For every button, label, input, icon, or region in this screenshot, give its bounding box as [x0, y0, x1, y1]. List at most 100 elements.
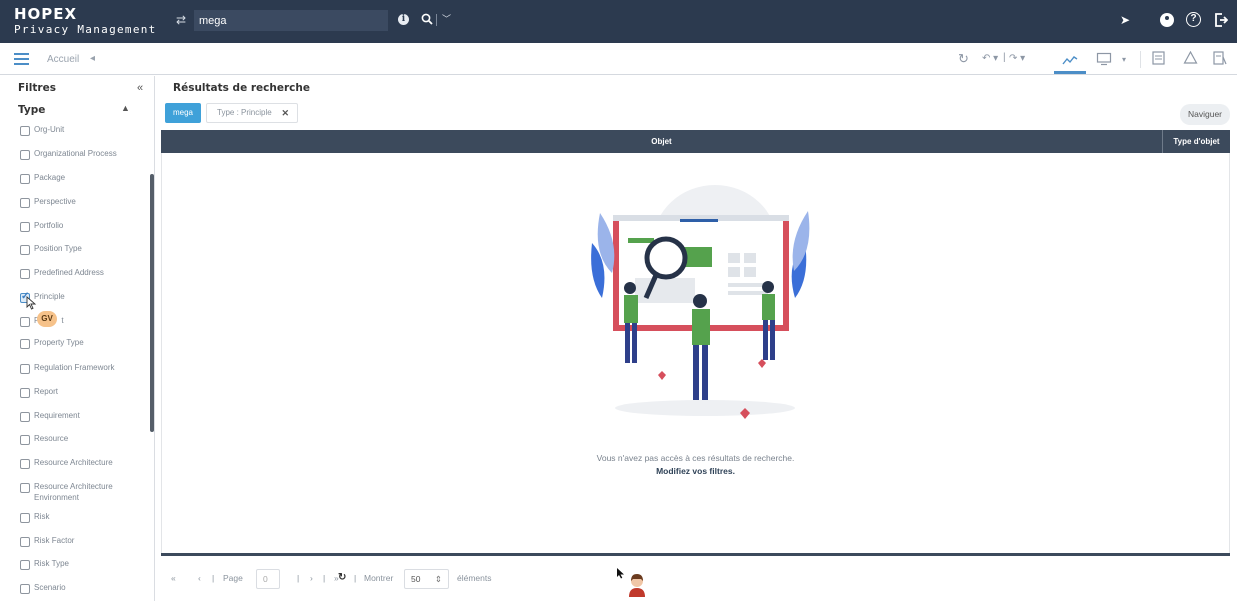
filter-checkbox[interactable]	[20, 459, 30, 469]
column-header-objet[interactable]: Objet	[161, 130, 1163, 153]
filter-option[interactable]: Predefined Address	[20, 268, 126, 279]
menu-icon[interactable]	[14, 53, 29, 65]
filter-option[interactable]: Org-Unit	[20, 125, 126, 136]
filter-option-label: Package	[34, 173, 66, 182]
document-icon[interactable]	[1152, 51, 1165, 65]
filter-checkbox[interactable]	[20, 435, 30, 445]
filter-option-label: Scenario	[34, 583, 66, 592]
prev-page-icon[interactable]: ‹	[198, 573, 201, 583]
report-icon[interactable]	[1213, 51, 1227, 65]
filter-option[interactable]: Risk	[20, 512, 126, 523]
filter-checkbox[interactable]	[20, 126, 30, 136]
filter-option[interactable]: Report	[20, 387, 126, 398]
page-number-input[interactable]	[256, 569, 280, 589]
filter-option[interactable]: Position Type	[20, 244, 126, 255]
next-page-icon[interactable]: ›	[310, 573, 313, 583]
refresh-page-icon[interactable]: ↻	[338, 572, 346, 583]
redo-icon[interactable]: ↷ ▾	[1009, 53, 1025, 64]
filter-checkbox[interactable]	[20, 412, 30, 422]
filter-checkbox[interactable]	[20, 513, 30, 523]
filter-option[interactable]: Scenario	[20, 583, 126, 594]
app-logo[interactable]: HOPEX Privacy Management	[14, 5, 157, 36]
secondary-toolbar: Accueil ◂ ↻ ↶ ▾ | ↷ ▾ ▾	[0, 43, 1237, 75]
filter-checkbox[interactable]	[20, 222, 30, 232]
filter-option[interactable]: Perspective	[20, 197, 126, 208]
tab-accueil[interactable]: Accueil	[47, 54, 79, 65]
column-header-type[interactable]: Type d'objet	[1163, 130, 1230, 153]
type-filter-chip[interactable]: Type : Principle ✕	[206, 103, 298, 123]
mouse-cursor-icon	[617, 568, 624, 579]
pagination-bar: « ‹ | Page | › | » ↻ | Montrer 50 ⇕ élém…	[161, 568, 761, 592]
logout-icon[interactable]	[1214, 13, 1228, 27]
filter-option[interactable]: Organizational Process	[20, 149, 126, 160]
monitor-dropdown-icon[interactable]: ▾	[1122, 55, 1126, 64]
elements-label: éléments	[457, 573, 492, 583]
results-title: Résultats de recherche	[173, 82, 310, 94]
filter-option[interactable]: Regulation Framework	[20, 363, 126, 374]
first-page-icon[interactable]: «	[171, 573, 176, 583]
pager-separator: |	[323, 573, 326, 583]
activity-chart-icon[interactable]	[1062, 54, 1078, 66]
filter-checkbox[interactable]	[20, 388, 30, 398]
monitor-icon[interactable]	[1096, 52, 1112, 66]
undo-redo-separator: |	[1003, 52, 1006, 63]
filter-checkbox[interactable]	[20, 339, 30, 349]
undo-icon[interactable]: ↶ ▾	[982, 53, 998, 64]
filter-option[interactable]: Resource	[20, 434, 126, 445]
search-term-chip[interactable]: mega	[165, 103, 201, 123]
filter-option[interactable]: Package	[20, 173, 126, 184]
filter-option[interactable]: Requirement	[20, 411, 126, 422]
search-input[interactable]	[194, 10, 388, 31]
filter-option[interactable]: Portfolio	[20, 221, 126, 232]
page-label: Page	[223, 573, 243, 583]
modify-filters-link[interactable]: Modifiez vos filtres.	[161, 466, 1230, 476]
filter-checkbox[interactable]	[20, 269, 30, 279]
filter-checkbox[interactable]	[20, 150, 30, 160]
chevron-down-icon[interactable]: ﹀	[442, 12, 451, 25]
top-bar: HOPEX Privacy Management ⇄ i ﹀ ➤ ?	[0, 0, 1237, 43]
naviguer-button[interactable]: Naviguer	[1180, 104, 1230, 125]
filter-option[interactable]: Resource Architecture	[20, 458, 126, 469]
collapse-sidebar-icon[interactable]: «	[137, 82, 143, 94]
filter-checkbox[interactable]	[20, 537, 30, 547]
empty-state-illustration	[591, 185, 810, 419]
filter-checkbox[interactable]	[20, 483, 30, 493]
filter-option[interactable]: Risk Type	[20, 559, 126, 570]
pager-separator: |	[354, 573, 357, 583]
active-tab-indicator	[1054, 71, 1086, 74]
spinner-icon[interactable]: ⇕	[435, 570, 442, 588]
logo-brand: HOPEX	[14, 5, 78, 23]
chevron-up-icon[interactable]: ▲	[121, 103, 130, 113]
filter-option-label: Report	[34, 387, 59, 396]
pager-separator: |	[297, 573, 300, 583]
swap-icon[interactable]: ⇄	[176, 13, 186, 27]
filter-option-label: Organizational Process	[34, 149, 117, 158]
filter-checkbox[interactable]	[20, 245, 30, 255]
filter-option[interactable]: Risk Factor	[20, 536, 126, 547]
filter-checkbox[interactable]	[20, 317, 30, 327]
filter-checkbox[interactable]	[20, 198, 30, 208]
filter-option-label: Requirement	[34, 411, 80, 420]
filter-option-label: Position Type	[34, 244, 82, 253]
recycle-icon[interactable]	[1183, 51, 1198, 65]
filter-option[interactable]: Property Type	[20, 338, 126, 349]
search-icon[interactable]	[421, 13, 433, 25]
filter-checkbox[interactable]	[20, 560, 30, 570]
refresh-icon[interactable]: ↻	[958, 51, 969, 67]
user-icon[interactable]	[1160, 13, 1174, 27]
sidebar-scrollbar[interactable]	[150, 174, 154, 432]
filters-sidebar: Filtres « Type ▲ Org-Unit Organizational …	[0, 76, 155, 601]
filter-checkbox[interactable]	[20, 584, 30, 594]
info-icon[interactable]: i	[398, 14, 409, 25]
page-size-select[interactable]: 50 ⇕	[404, 569, 449, 589]
filter-option[interactable]: Resource Architecture Environment	[20, 482, 126, 503]
help-icon[interactable]: ?	[1186, 12, 1201, 27]
pager-separator: |	[212, 573, 215, 583]
filter-checkbox[interactable]	[20, 174, 30, 184]
type-section-title[interactable]: Type	[18, 104, 45, 116]
tab-pin-icon[interactable]: ◂	[90, 53, 95, 64]
filter-checkbox[interactable]	[20, 364, 30, 374]
remove-filter-icon[interactable]: ✕	[281, 104, 289, 122]
filter-option-label: Resource Architecture Environment	[34, 482, 113, 502]
pin-icon[interactable]: ➤	[1120, 13, 1130, 27]
